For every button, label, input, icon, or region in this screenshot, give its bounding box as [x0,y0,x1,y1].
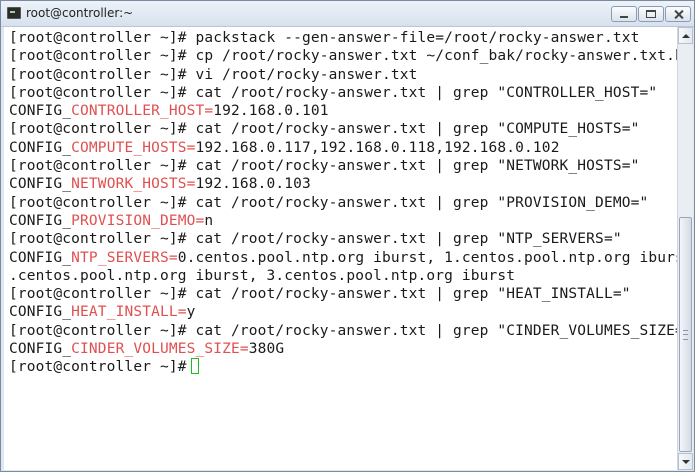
terminal-line: [root@controller ~]# cat /root/rocky-ans… [9,322,677,340]
terminal-text-segment: [root@controller ~]# packstack --gen-ans… [9,30,640,46]
terminal-text-segment: [root@controller ~]# cat /root/rocky-ans… [9,322,677,339]
terminal-text-segment: n [204,212,214,229]
config-key-highlight: HEAT_INSTALL= [71,304,187,321]
text-cursor [190,358,199,375]
terminal-line: CONFIG_PROVISION_DEMO=n [9,212,677,230]
terminal-line: CONFIG_CONTROLLER_HOST=192.168.0.101 [9,102,677,120]
terminal-text-segment: [root@controller ~]# cat /root/rocky-ans… [9,158,640,175]
terminal-line: [root@controller ~]# cat /root/rocky-ans… [9,84,677,102]
terminal-text-segment: [root@controller ~]# cat /root/rocky-ans… [9,231,622,248]
terminal-text-segment: CONFIG_ [9,249,72,266]
terminal-output-area[interactable]: [root@controller ~]# packstack --gen-ans… [4,27,677,470]
terminal-text-segment: CONFIG_ [9,212,72,229]
terminal-text-segment: 192.168.0.101 [213,103,329,120]
scroll-down-arrow-icon[interactable] [678,453,693,470]
terminal-text-segment: y [186,304,196,321]
terminal-text-segment: 192.168.0.103 [195,176,311,193]
terminal-text-segment: CONFIG_ [9,341,72,358]
terminal-text-segment: [root@controller ~]# cat /root/rocky-ans… [9,84,658,101]
window-title: root@controller:~ [26,6,134,20]
terminal-line: CONFIG_NTP_SERVERS=0.centos.pool.ntp.org… [9,249,677,267]
vertical-scrollbar[interactable] [677,27,693,470]
terminal-line: .centos.pool.ntp.org iburst, 3.centos.po… [9,267,677,285]
terminal-line: [root@controller ~]# cat /root/rocky-ans… [9,120,677,138]
terminal-window: root@controller:~ [root@controller ~]# p… [0,0,695,472]
terminal-line: [root@controller ~]# cat /root/rocky-ans… [9,194,677,212]
scrollbar-grip-icon [683,330,688,340]
terminal-line: [root@controller ~]# cat /root/rocky-ans… [9,285,677,303]
terminal-text-segment: [root@controller ~]# cp /root/rocky-answ… [9,48,677,65]
terminal-line: [root@controller ~]# cat /root/rocky-ans… [9,230,677,248]
terminal-prompt-line[interactable]: [root@controller ~]# [9,358,677,376]
terminal-line: CONFIG_NETWORK_HOSTS=192.168.0.103 [9,175,677,193]
terminal-line: [root@controller ~]# cp /root/rocky-answ… [9,47,677,65]
terminal-text-segment: 380G [248,341,285,358]
config-key-highlight: NTP_SERVERS= [71,249,178,266]
terminal-line: CONFIG_CINDER_VOLUMES_SIZE=380G [9,340,677,358]
minimize-button[interactable] [611,6,637,22]
maximize-button[interactable] [638,6,664,22]
config-key-highlight: COMPUTE_HOSTS= [71,139,196,156]
terminal-text-segment: 0.centos.pool.ntp.org iburst, 1.centos.p… [177,249,677,266]
config-key-highlight: CINDER_VOLUMES_SIZE= [71,341,249,358]
terminal-text-segment: [root@controller ~]# cat /root/rocky-ans… [9,121,640,138]
terminal-line: [root@controller ~]# packstack --gen-ans… [9,29,677,47]
terminal-text-segment: CONFIG_ [9,176,72,193]
terminal-text-segment: [root@controller ~]# vi /root/rocky-answ… [9,66,418,83]
scrollbar-thumb[interactable] [679,217,692,452]
close-button[interactable] [665,6,691,22]
config-key-highlight: NETWORK_HOSTS= [71,176,196,193]
terminal-icon [7,7,21,19]
shell-prompt: [root@controller ~]# [9,359,187,376]
terminal-text-segment: .centos.pool.ntp.org iburst, 3.centos.po… [9,267,516,284]
terminal-text: [root@controller ~]# packstack --gen-ans… [9,29,677,377]
terminal-text-segment: [root@controller ~]# cat /root/rocky-ans… [9,194,649,211]
config-key-highlight: PROVISION_DEMO= [71,212,205,229]
terminal-text-segment: CONFIG_ [9,139,72,156]
terminal-line: [root@controller ~]# vi /root/rocky-answ… [9,66,677,84]
scroll-up-arrow-icon[interactable] [678,27,693,44]
terminal-text-segment: CONFIG_ [9,103,72,120]
title-bar[interactable]: root@controller:~ [1,1,694,27]
terminal-text-segment: 192.168.0.117,192.168.0.118,192.168.0.10… [195,139,560,156]
terminal-line: [root@controller ~]# cat /root/rocky-ans… [9,157,677,175]
terminal-line: CONFIG_COMPUTE_HOSTS=192.168.0.117,192.1… [9,139,677,157]
config-key-highlight: CONTROLLER_HOST= [71,103,214,120]
terminal-line: CONFIG_HEAT_INSTALL=y [9,303,677,321]
terminal-text-segment: CONFIG_ [9,304,72,321]
terminal-text-segment: [root@controller ~]# cat /root/rocky-ans… [9,286,631,303]
